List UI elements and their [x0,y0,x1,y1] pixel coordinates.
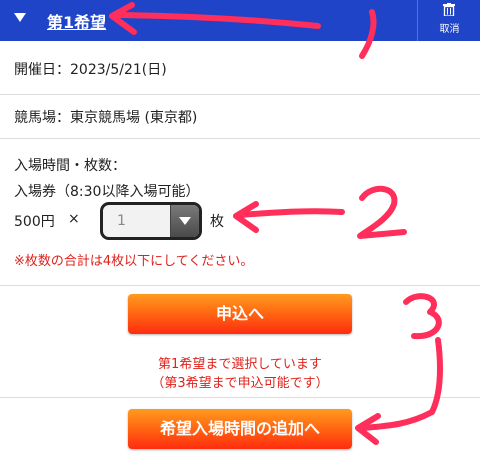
limit-note: （第3希望まで申込可能です） [151,376,329,391]
choice-title-link[interactable]: 第1希望 [47,9,106,33]
quantity-value: 1 [117,213,126,229]
header-bar: 第1希望 取消 [0,0,480,41]
chevron-down-icon[interactable] [170,205,199,237]
date-text: 開催日：2023/5/21(日) [14,62,167,78]
cancel-button[interactable]: 取消 [417,0,480,41]
time-label: 入場時間・枚数： [14,158,126,174]
collapse-triangle-icon[interactable] [14,13,26,22]
add-time-button[interactable]: 希望入場時間の追加へ [128,409,352,449]
ticket-type-text: 入場券（8:30以降入場可能） [14,184,200,200]
quantity-select[interactable]: 1 [100,202,202,240]
selection-note: 第1希望まで選択しています [158,357,322,372]
price-text: 500円 [14,214,55,230]
quantity-warning: ※枚数の合計は4枚以下にしてください。 [14,254,254,269]
venue-text: 競馬場：東京競馬場 (東京都) [14,110,198,126]
cancel-label: 取消 [439,24,460,35]
date-row: 開催日：2023/5/21(日) [0,41,480,95]
times-sign: × [68,211,80,227]
apply-button[interactable]: 申込へ [128,294,352,334]
unit-text: 枚 [210,214,224,230]
venue-row: 競馬場：東京競馬場 (東京都) [0,95,480,139]
trash-icon [443,3,455,16]
divider [0,396,480,398]
